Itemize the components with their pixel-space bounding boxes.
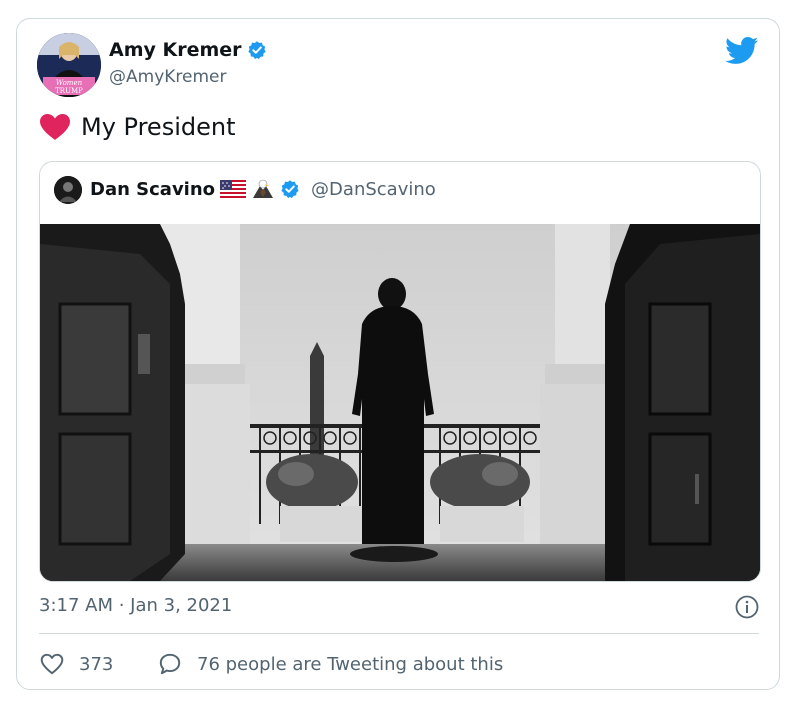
quoted-tweet-photo[interactable] [40, 224, 760, 581]
tweet-timestamp[interactable]: 3:17 AM · Jan 3, 2021 [39, 595, 232, 616]
quoted-author-avatar[interactable] [54, 176, 82, 204]
quoted-tweet[interactable]: Dan Scavino @DanScavino [39, 161, 761, 582]
heart-outline-icon [40, 653, 64, 675]
speech-bubble-icon [159, 653, 181, 675]
quoted-author-row[interactable]: Dan Scavino @DanScavino [90, 178, 436, 200]
quoted-author-name[interactable]: Dan Scavino [90, 179, 215, 200]
tweet-card: Women TRUMP Amy Kremer @AmyKremer My Pre… [16, 18, 780, 690]
conversation-label: 76 people are Tweeting about this [197, 653, 504, 675]
eagle-emoji-icon [253, 179, 274, 198]
tweet-body: My President [39, 113, 236, 141]
svg-text:Women: Women [56, 79, 83, 87]
divider [39, 633, 759, 634]
like-button[interactable]: 373 [39, 651, 113, 677]
info-icon[interactable] [735, 595, 759, 619]
heart-emoji-icon [40, 114, 70, 140]
author-name[interactable]: Amy Kremer [109, 39, 242, 61]
author-avatar[interactable]: Women TRUMP [37, 33, 101, 97]
conversation-link[interactable]: 76 people are Tweeting about this [157, 651, 503, 677]
svg-text:TRUMP: TRUMP [55, 87, 83, 95]
verified-badge-icon [247, 41, 266, 60]
author-name-row[interactable]: Amy Kremer [109, 39, 267, 61]
twitter-bird-icon[interactable] [725, 37, 759, 65]
tweet-text: My President [81, 113, 236, 141]
verified-badge-icon [281, 180, 299, 199]
us-flag-emoji-icon [220, 180, 247, 198]
quoted-author-handle[interactable]: @DanScavino [311, 179, 436, 200]
like-count: 373 [79, 653, 114, 675]
author-handle[interactable]: @AmyKremer [109, 67, 226, 87]
